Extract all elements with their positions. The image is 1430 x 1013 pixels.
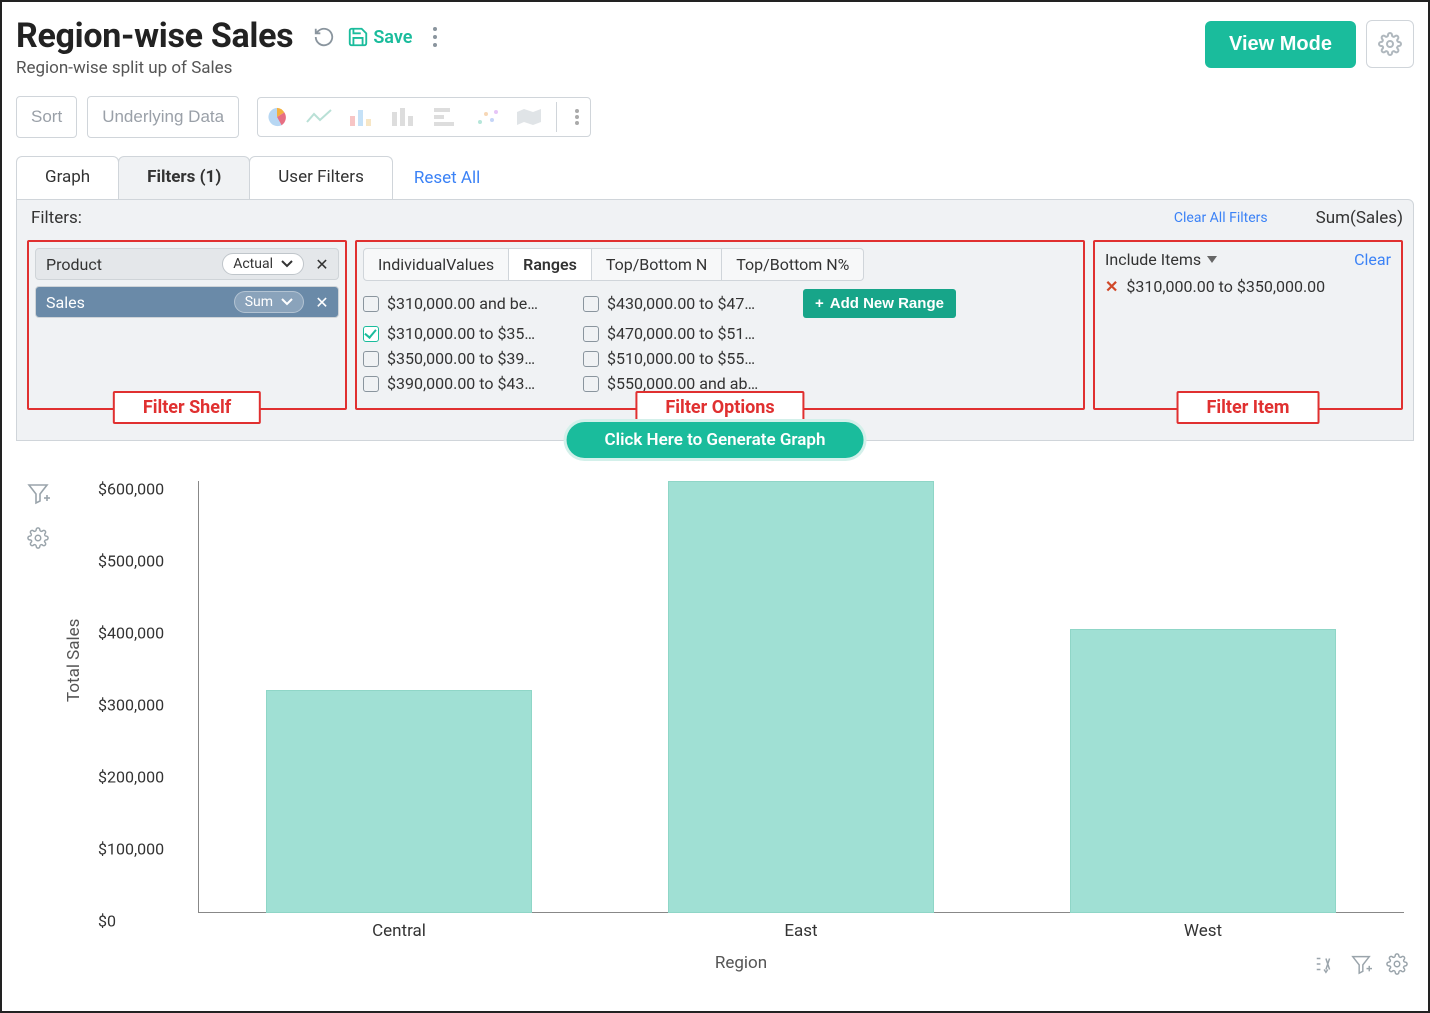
bar-chart: Total Sales CentralEastWest $0$100,000$2… (68, 477, 1414, 947)
chevron-down-icon (281, 260, 293, 268)
tab-user-filters[interactable]: User Filters (249, 156, 393, 199)
y-tick: $0 (98, 912, 116, 931)
sort-az-icon[interactable] (1314, 953, 1336, 979)
include-items-dropdown[interactable]: Include Items (1105, 250, 1217, 269)
sort-button[interactable]: Sort (16, 96, 77, 138)
range-label: $350,000.00 to $39… (387, 349, 535, 368)
clear-all-filters-link[interactable]: Clear All Filters (1174, 210, 1268, 226)
bar[interactable] (1070, 629, 1335, 913)
checkbox-icon (363, 376, 379, 392)
checkbox-icon (363, 326, 379, 342)
pill-agg-dropdown[interactable]: Sum (234, 291, 304, 313)
checkbox-icon (363, 296, 379, 312)
checkbox-icon (583, 296, 599, 312)
y-tick: $100,000 (98, 840, 164, 859)
checkbox-icon (583, 351, 599, 367)
close-icon[interactable]: ✕ (312, 254, 332, 274)
caret-down-icon (1207, 256, 1217, 263)
range-label: $470,000.00 to $51… (607, 324, 755, 343)
page-subtitle: Region-wise split up of Sales (16, 58, 293, 78)
x-category: Central (198, 921, 600, 941)
include-item-label: $310,000.00 to $350,000.00 (1126, 277, 1325, 296)
checkbox-icon (583, 376, 599, 392)
add-new-range-button[interactable]: + Add New Range (803, 289, 956, 318)
add-filter-icon[interactable] (26, 481, 50, 509)
range-checkbox[interactable]: $310,000.00 to $35… (363, 324, 563, 343)
pill-name: Product (42, 255, 102, 274)
remove-include-item-icon[interactable]: ✕ (1105, 277, 1118, 296)
filter-include: Include Items Clear ✕ $310,000.00 to $35… (1093, 240, 1403, 410)
bar[interactable] (266, 690, 531, 913)
sum-sales-label: Sum(Sales) (1316, 208, 1403, 228)
more-chart-types-icon[interactable] (556, 102, 586, 132)
close-icon[interactable]: ✕ (312, 292, 332, 312)
save-label: Save (373, 27, 412, 48)
range-label: $430,000.00 to $47… (607, 294, 755, 313)
stacked-bar-icon[interactable] (388, 102, 418, 132)
opt-tab-individual[interactable]: IndividualValues (364, 249, 509, 280)
generate-graph-button[interactable]: Click Here to Generate Graph (567, 422, 864, 458)
filter-pill-product[interactable]: Product Actual ✕ (35, 248, 339, 280)
bar-chart-icon[interactable] (346, 102, 376, 132)
range-label: $510,000.00 to $55… (607, 349, 755, 368)
filter-pill-sales[interactable]: Sales Sum ✕ (35, 286, 339, 318)
opt-tab-ranges[interactable]: Ranges (509, 249, 592, 280)
hbar-chart-icon[interactable] (430, 102, 460, 132)
scatter-chart-icon[interactable] (472, 102, 502, 132)
checkbox-icon (583, 326, 599, 342)
x-axis-label: Region (68, 953, 1414, 973)
chart-settings-icon[interactable] (27, 527, 49, 553)
underlying-data-button[interactable]: Underlying Data (87, 96, 239, 138)
range-label: $310,000.00 to $35… (387, 324, 535, 343)
y-axis-label: Total Sales (64, 619, 84, 702)
save-button[interactable]: Save (347, 26, 412, 48)
map-chart-icon[interactable] (514, 102, 544, 132)
opt-tab-topn[interactable]: Top/Bottom N (592, 249, 722, 280)
view-mode-button[interactable]: View Mode (1205, 21, 1356, 68)
pill-name: Sales (42, 293, 85, 312)
y-tick: $600,000 (98, 480, 164, 499)
y-tick: $500,000 (98, 552, 164, 571)
refresh-icon[interactable] (311, 24, 337, 50)
pill-agg-dropdown[interactable]: Actual (222, 253, 304, 275)
range-label: $310,000.00 and be… (387, 294, 538, 313)
chart-type-group (257, 97, 591, 137)
filters-label: Filters: (31, 208, 82, 228)
filter-shelf: Product Actual ✕ Sales Sum ✕ Filter Shel… (27, 240, 347, 410)
gear-icon[interactable] (1386, 953, 1408, 979)
filter-panel: Filters: Clear All Filters Sum(Sales) Pr… (16, 199, 1414, 441)
callout-filter-shelf: Filter Shelf (113, 391, 261, 424)
checkbox-icon (363, 351, 379, 367)
range-checkbox[interactable]: $350,000.00 to $39… (363, 349, 563, 368)
range-label: $390,000.00 to $43… (387, 374, 535, 393)
range-checkbox[interactable]: $310,000.00 and be… (363, 289, 563, 318)
chevron-down-icon (281, 298, 293, 306)
line-chart-icon[interactable] (304, 102, 334, 132)
y-tick: $200,000 (98, 768, 164, 787)
page-title: Region-wise Sales (16, 16, 293, 56)
reset-all-link[interactable]: Reset All (414, 168, 480, 188)
include-clear-link[interactable]: Clear (1354, 250, 1391, 269)
tab-filters[interactable]: Filters (1) (118, 156, 250, 199)
tab-graph[interactable]: Graph (16, 156, 119, 199)
x-category: West (1002, 921, 1404, 941)
add-filter-icon[interactable] (1350, 953, 1372, 979)
range-checkbox[interactable]: $470,000.00 to $51… (583, 324, 783, 343)
settings-button[interactable] (1366, 20, 1414, 68)
callout-filter-options: Filter Options (635, 391, 804, 424)
y-tick: $400,000 (98, 624, 164, 643)
x-category: East (600, 921, 1002, 941)
bar[interactable] (668, 481, 933, 913)
range-checkbox[interactable]: $390,000.00 to $43… (363, 374, 563, 393)
callout-filter-item: Filter Item (1177, 391, 1320, 424)
y-tick: $300,000 (98, 696, 164, 715)
pie-chart-icon[interactable] (262, 102, 292, 132)
range-checkbox[interactable]: $510,000.00 to $55… (583, 349, 783, 368)
range-checkbox[interactable]: $430,000.00 to $47… (583, 289, 783, 318)
more-icon[interactable] (422, 24, 448, 50)
opt-tab-topnp[interactable]: Top/Bottom N% (722, 249, 863, 280)
filter-options: IndividualValues Ranges Top/Bottom N Top… (355, 240, 1085, 410)
